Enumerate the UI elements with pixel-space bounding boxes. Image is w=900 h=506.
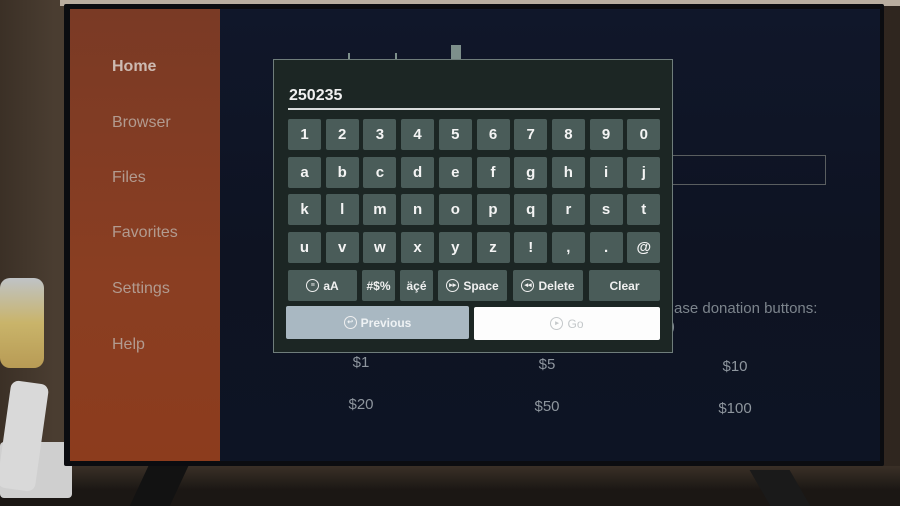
key-1[interactable]: 1 [288, 119, 321, 150]
clear-key[interactable]: Clear [589, 270, 660, 301]
key-3[interactable]: 3 [363, 119, 397, 150]
tv-screen: Home Browser Files Favorites Settings He… [70, 9, 880, 461]
key-q[interactable]: q [514, 194, 548, 225]
sidebar-item-help[interactable]: Help [112, 336, 145, 354]
key-l[interactable]: l [325, 194, 359, 225]
sidebar: Home Browser Files Favorites Settings He… [70, 9, 220, 461]
key-b[interactable]: b [325, 156, 359, 188]
delete-key[interactable]: ◂◂ Delete [513, 270, 583, 301]
case-toggle-key[interactable]: ≡ aA [288, 270, 357, 301]
space-key[interactable]: ▸▸ Space [438, 270, 507, 301]
key-8[interactable]: 8 [551, 119, 585, 150]
go-label: Go [567, 316, 584, 331]
key-f[interactable]: f [476, 156, 510, 188]
background-element [451, 45, 461, 59]
key-r[interactable]: r [551, 194, 585, 225]
key-w[interactable]: w [363, 231, 397, 263]
key-comma[interactable]: , [551, 231, 585, 263]
key-period[interactable]: . [589, 231, 623, 263]
go-button[interactable]: ▸ Go [474, 307, 660, 340]
key-s[interactable]: s [589, 194, 623, 225]
delete-label: Delete [538, 278, 575, 293]
key-d[interactable]: d [401, 156, 435, 188]
donation-button-10[interactable]: $10 [700, 358, 770, 375]
donation-heading: ase donation buttons: [674, 300, 818, 317]
key-h[interactable]: h [551, 156, 585, 188]
sidebar-item-home[interactable]: Home [112, 58, 156, 76]
key-x[interactable]: x [401, 231, 435, 263]
key-4[interactable]: 4 [401, 119, 435, 150]
key-n[interactable]: n [401, 194, 435, 225]
back-button-icon: ↩ [343, 316, 357, 329]
sidebar-item-favorites[interactable]: Favorites [112, 224, 178, 242]
key-o[interactable]: o [438, 194, 472, 225]
key-z[interactable]: z [476, 231, 510, 263]
key-t[interactable]: t [627, 194, 661, 225]
key-u[interactable]: u [288, 231, 321, 263]
key-m[interactable]: m [363, 194, 397, 225]
key-7[interactable]: 7 [514, 119, 548, 150]
key-0[interactable]: 0 [627, 119, 661, 150]
symbols-key[interactable]: #$% [362, 270, 395, 301]
menu-button-icon: ≡ [306, 279, 320, 292]
key-j[interactable]: j [627, 156, 661, 188]
donation-button-5[interactable]: $5 [512, 356, 582, 373]
sidebar-item-browser[interactable]: Browser [112, 114, 171, 132]
input-underline [288, 108, 660, 110]
key-a[interactable]: a [288, 156, 321, 188]
text-input[interactable]: 250235 [289, 87, 342, 105]
key-6[interactable]: 6 [476, 119, 510, 150]
key-exclamation[interactable]: ! [514, 231, 548, 263]
key-e[interactable]: e [438, 156, 472, 188]
accents-key[interactable]: äçé [400, 270, 433, 301]
sidebar-item-files[interactable]: Files [112, 169, 146, 187]
donation-button-1[interactable]: $1 [326, 354, 396, 371]
background-url-field[interactable] [670, 155, 826, 185]
key-i[interactable]: i [589, 156, 623, 188]
donation-button-20[interactable]: $20 [326, 396, 396, 413]
previous-button[interactable]: ↩ Previous [286, 306, 469, 339]
space-label: Space [463, 278, 499, 293]
donation-button-50[interactable]: $50 [512, 398, 582, 415]
key-2[interactable]: 2 [325, 119, 359, 150]
sidebar-item-settings[interactable]: Settings [112, 280, 170, 298]
previous-label: Previous [360, 315, 412, 330]
rewind-button-icon: ◂◂ [521, 279, 535, 292]
key-5[interactable]: 5 [438, 119, 472, 150]
donation-button-100[interactable]: $100 [700, 400, 770, 417]
key-v[interactable]: v [325, 231, 359, 263]
key-k[interactable]: k [288, 194, 321, 225]
key-9[interactable]: 9 [589, 119, 623, 150]
key-at[interactable]: @ [627, 231, 661, 263]
key-y[interactable]: y [438, 231, 472, 263]
produce-bag [0, 278, 44, 368]
keyboard-dialog: 250235 1234567890 abcdefghij klmnopqrst uvw… [273, 59, 673, 353]
fast-forward-button-icon: ▸▸ [446, 279, 460, 292]
case-toggle-label: aA [323, 278, 339, 293]
key-c[interactable]: c [363, 156, 397, 188]
key-g[interactable]: g [514, 156, 548, 188]
play-pause-button-icon: ▸ [550, 317, 564, 330]
key-p[interactable]: p [476, 194, 510, 225]
